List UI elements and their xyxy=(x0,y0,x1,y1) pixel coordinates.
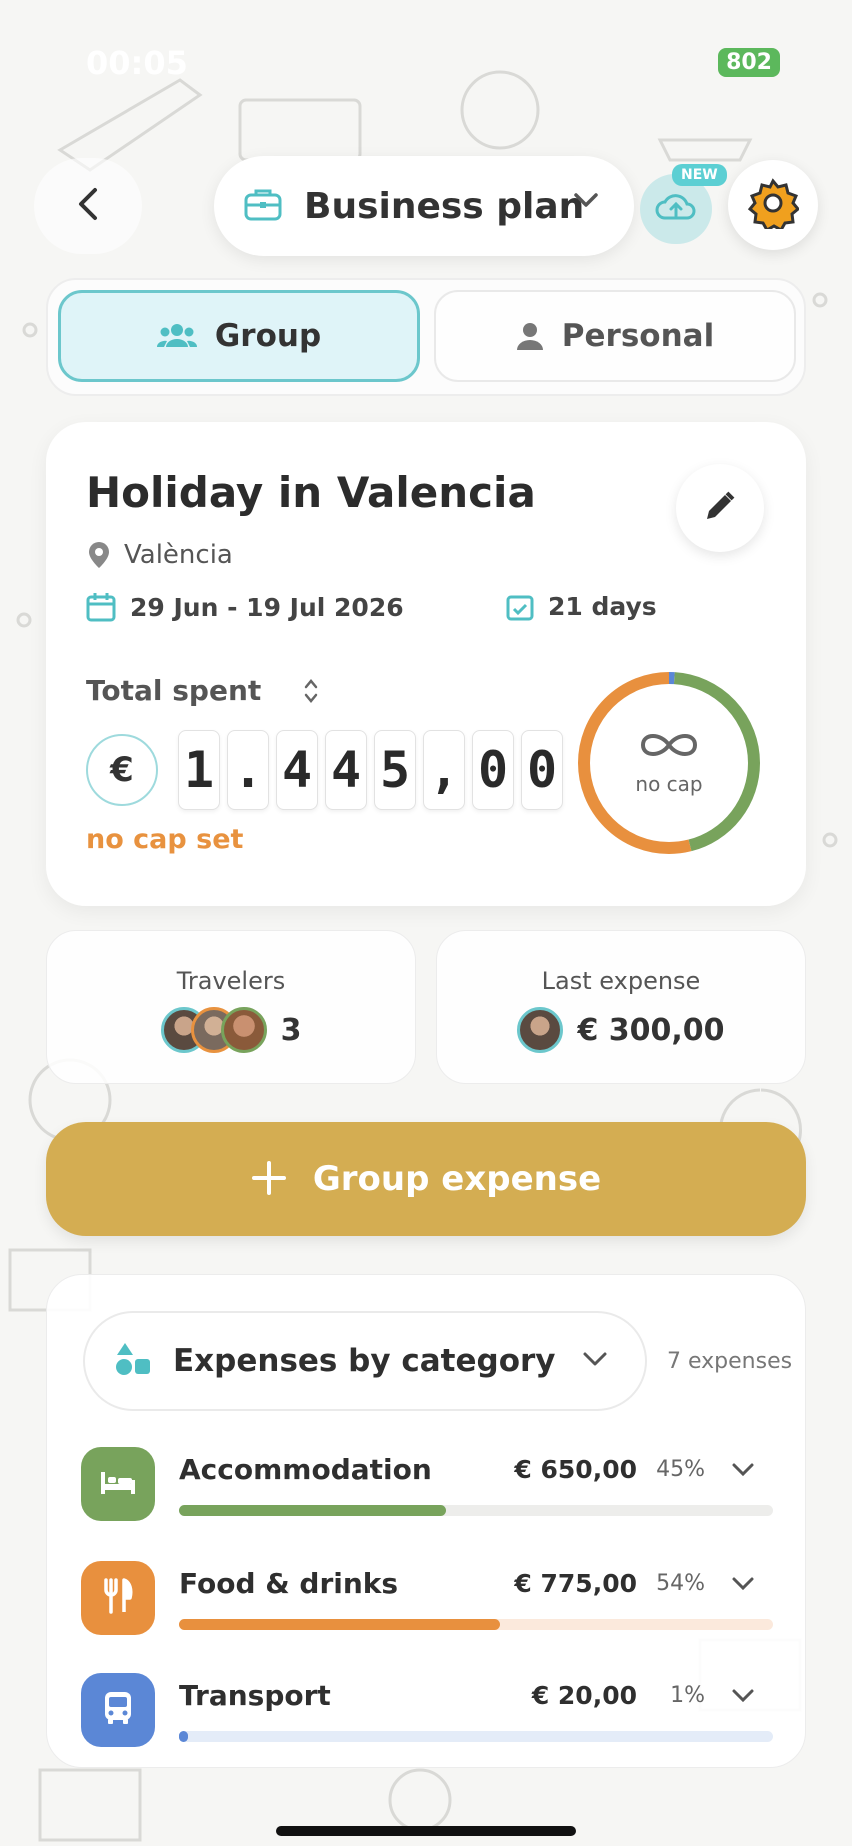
category-progress-track xyxy=(179,1619,773,1630)
tab-group-label: Group xyxy=(214,318,322,354)
infinity-icon xyxy=(637,730,701,764)
chevron-down-icon[interactable] xyxy=(731,1575,755,1593)
chevron-left-icon xyxy=(73,184,103,228)
category-progress-fill xyxy=(179,1731,188,1742)
settings-button[interactable] xyxy=(728,160,818,250)
total-amount-display: 1 . 4 4 5 , 0 0 xyxy=(178,730,570,810)
gear-icon xyxy=(747,177,801,233)
amount-digit: 4 xyxy=(325,730,367,810)
amount-digit: , xyxy=(423,730,465,810)
cap-status[interactable]: no cap set xyxy=(86,824,243,855)
briefcase-icon xyxy=(244,187,282,225)
amount-digit: 5 xyxy=(374,730,416,810)
amount-digit: 1 xyxy=(178,730,220,810)
trip-dates: 29 Jun - 19 Jul 2026 xyxy=(86,592,404,622)
cloud-upload-icon xyxy=(655,190,697,228)
expense-grouping-selector[interactable]: Expenses by category xyxy=(83,1311,647,1411)
total-spent-label: Total spent xyxy=(86,674,319,707)
chevron-down-icon[interactable] xyxy=(731,1461,755,1479)
travelers-card[interactable]: Travelers 3 xyxy=(46,930,416,1084)
calendar-check-icon xyxy=(506,593,534,621)
amount-digit: . xyxy=(227,730,269,810)
travelers-title: Travelers xyxy=(176,967,286,995)
chevron-down-icon[interactable] xyxy=(731,1687,755,1705)
avatar xyxy=(220,1007,267,1053)
category-progress-track xyxy=(179,1505,773,1516)
location-text: València xyxy=(124,540,233,570)
calendar-icon xyxy=(86,592,116,622)
tab-group[interactable]: Group xyxy=(58,290,420,382)
category-row-accommodation[interactable]: Accommodation € 650,00 45% xyxy=(81,1447,777,1527)
plan-label: Business plan xyxy=(304,185,585,227)
amount-digit: 4 xyxy=(276,730,318,810)
expenses-panel: Expenses by category 7 expenses Accommod… xyxy=(46,1274,806,1768)
location-pin-icon xyxy=(88,541,110,569)
trip-summary-card: Holiday in Valencia València 29 Jun - 19… xyxy=(46,422,806,906)
category-percent: 1% xyxy=(670,1683,705,1708)
sort-toggle-icon[interactable] xyxy=(303,676,319,706)
ring-center: no cap xyxy=(574,668,764,858)
add-group-expense-button[interactable]: Group expense xyxy=(46,1122,806,1236)
last-expense-title: Last expense xyxy=(541,967,701,995)
category-progress-track xyxy=(179,1731,773,1742)
ring-label: no cap xyxy=(635,772,703,796)
category-name: Transport xyxy=(179,1679,331,1712)
category-progress-fill xyxy=(179,1619,500,1630)
chevron-down-icon xyxy=(581,1349,609,1369)
category-amount: € 775,00 xyxy=(514,1569,637,1598)
tab-personal-label: Personal xyxy=(561,318,715,354)
edit-trip-button[interactable] xyxy=(676,464,764,552)
new-badge: NEW xyxy=(672,164,727,186)
category-percent: 54% xyxy=(656,1571,705,1596)
add-group-expense-label: Group expense xyxy=(312,1159,602,1199)
pencil-icon xyxy=(703,489,737,527)
currency-button[interactable]: € xyxy=(86,734,158,806)
amount-digit: 0 xyxy=(521,730,563,810)
status-time: 00:05 xyxy=(86,44,188,82)
trip-title: Holiday in Valencia xyxy=(86,468,536,517)
back-button[interactable] xyxy=(34,158,142,254)
category-percent: 45% xyxy=(656,1457,705,1482)
person-icon xyxy=(516,322,544,350)
category-row-transport[interactable]: Transport € 20,00 1% xyxy=(81,1673,777,1753)
shapes-icon xyxy=(115,1341,151,1381)
status-bar: 00:05 802 xyxy=(0,40,852,84)
battery-indicator: 802 xyxy=(718,48,780,77)
bed-icon xyxy=(99,1468,137,1500)
category-name: Accommodation xyxy=(179,1453,432,1486)
trip-location: València xyxy=(88,540,233,570)
travelers-count: 3 xyxy=(280,1012,302,1048)
plan-selector[interactable]: Business plan xyxy=(214,156,634,256)
category-amount: € 20,00 xyxy=(531,1681,637,1710)
expense-grouping-label: Expenses by category xyxy=(173,1343,556,1379)
category-amount: € 650,00 xyxy=(514,1455,637,1484)
last-expense-amount: € 300,00 xyxy=(577,1012,725,1048)
group-icon xyxy=(156,323,197,349)
duration-text: 21 days xyxy=(548,592,657,621)
view-toggle: Group Personal xyxy=(46,278,806,396)
plus-icon xyxy=(251,1154,287,1204)
avatar xyxy=(517,1007,564,1053)
category-row-food-drinks[interactable]: Food & drinks € 775,00 54% xyxy=(81,1561,777,1641)
chevron-down-icon xyxy=(572,190,600,214)
utensils-icon xyxy=(102,1578,134,1618)
home-indicator xyxy=(276,1826,576,1836)
category-icon-box xyxy=(81,1673,155,1747)
category-progress-fill xyxy=(179,1505,447,1516)
category-icon-box xyxy=(81,1447,155,1521)
tab-personal[interactable]: Personal xyxy=(434,290,796,382)
amount-digit: 0 xyxy=(472,730,514,810)
bus-icon xyxy=(102,1690,134,1730)
total-spent-text: Total spent xyxy=(86,674,262,707)
trip-duration: 21 days xyxy=(506,592,657,621)
last-expense-card[interactable]: Last expense € 300,00 xyxy=(436,930,806,1084)
category-icon-box xyxy=(81,1561,155,1635)
expense-count: 7 expenses xyxy=(667,1349,793,1374)
category-name: Food & drinks xyxy=(179,1567,399,1600)
dates-text: 29 Jun - 19 Jul 2026 xyxy=(130,592,404,622)
